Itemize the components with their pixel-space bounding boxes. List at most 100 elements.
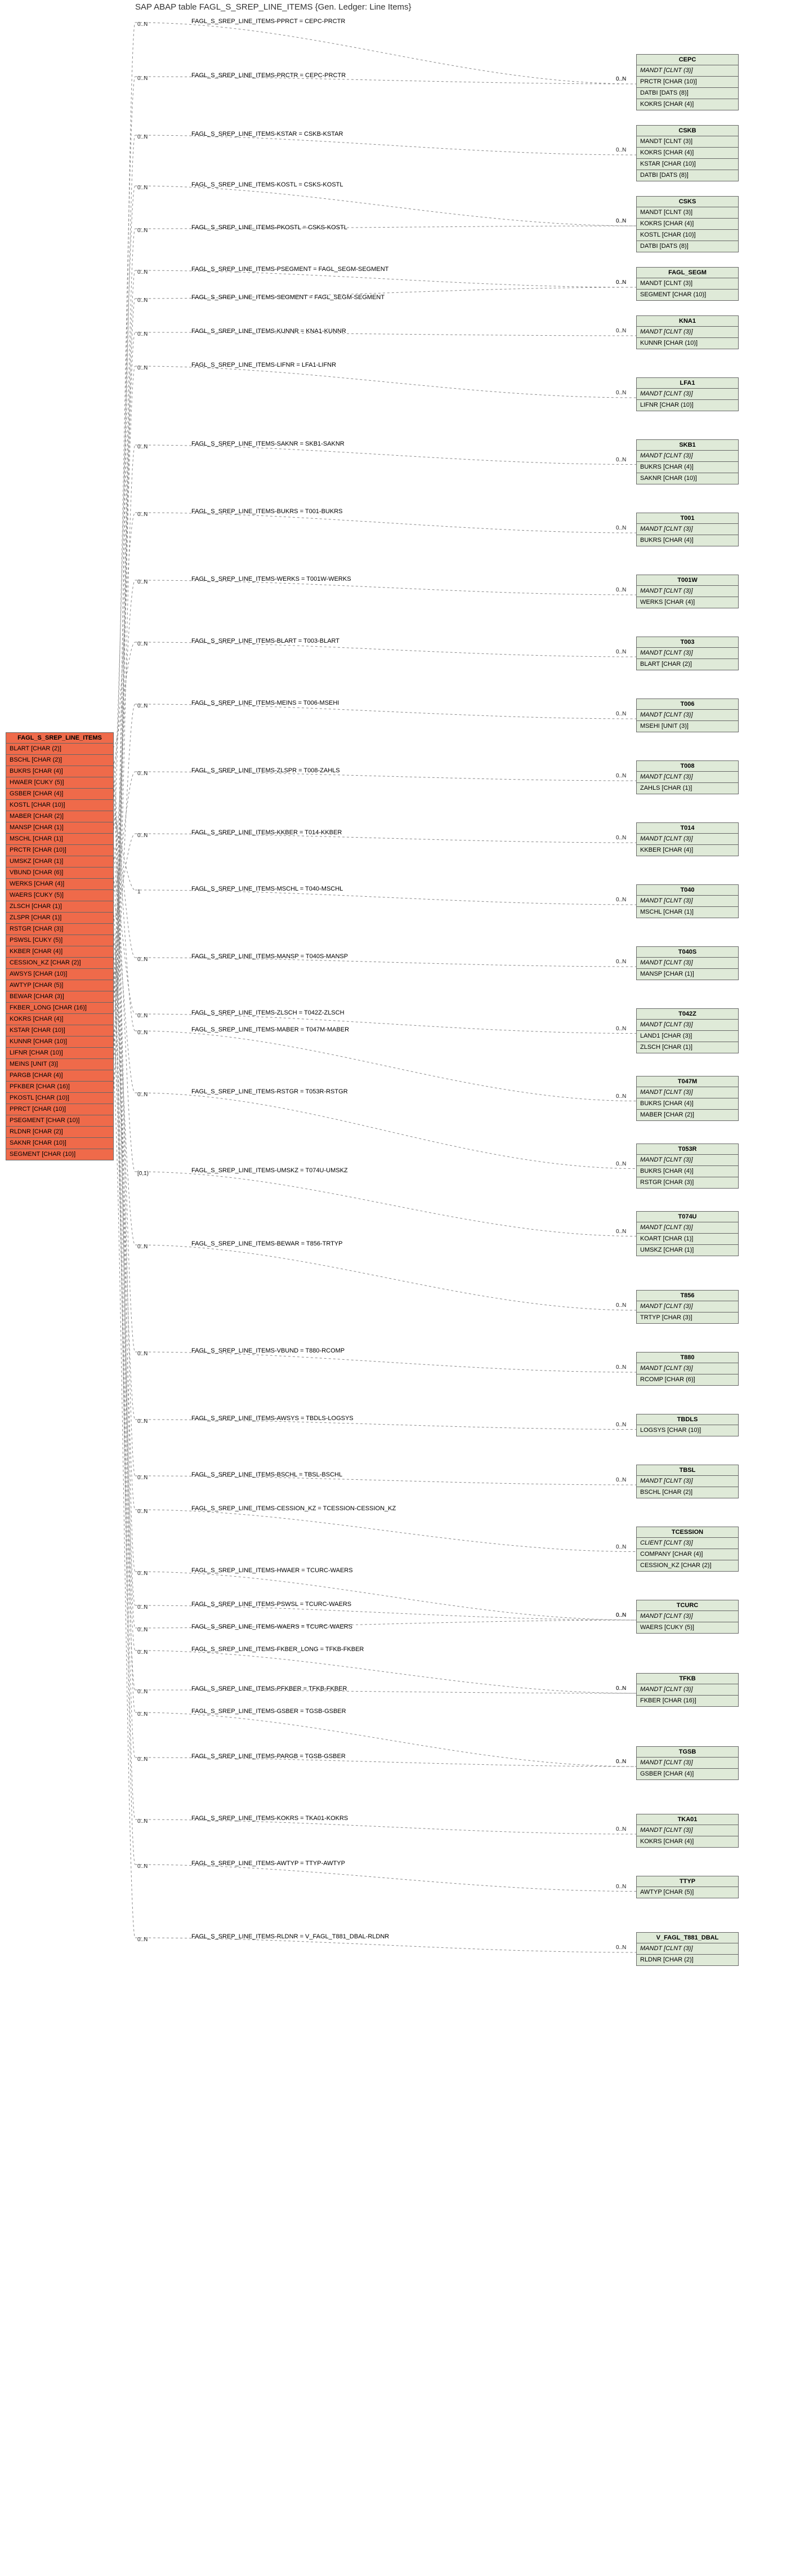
main-field: BUKRS [CHAR (4)] bbox=[6, 766, 113, 777]
target-field: WERKS [CHAR (4)] bbox=[637, 597, 738, 608]
cardinality-right: 0..N bbox=[616, 773, 626, 779]
cardinality-right: 0..N bbox=[616, 1161, 626, 1167]
cardinality-left: 0..N bbox=[137, 444, 148, 450]
main-field: KKBER [CHAR (4)] bbox=[6, 946, 113, 958]
main-field: PFKBER [CHAR (16)] bbox=[6, 1082, 113, 1093]
cardinality-left: 0..N bbox=[137, 1030, 148, 1036]
target-table-header: LFA1 bbox=[637, 378, 738, 389]
target-table-header: TTYP bbox=[637, 1876, 738, 1887]
target-table: LFA1MANDT [CLNT (3)]LIFNR [CHAR (10)] bbox=[636, 377, 739, 411]
target-table-header: T053R bbox=[637, 1144, 738, 1155]
cardinality-left: 0..N bbox=[137, 1475, 148, 1481]
target-table-header: T008 bbox=[637, 761, 738, 772]
cardinality-left: 0..N bbox=[137, 365, 148, 371]
target-table: T040SMANDT [CLNT (3)]MANSP [CHAR (1)] bbox=[636, 946, 739, 980]
target-field: MANDT [CLNT (3)] bbox=[637, 586, 738, 597]
main-field: KOKRS [CHAR (4)] bbox=[6, 1014, 113, 1025]
target-field: MANDT [CLNT (3)] bbox=[637, 1825, 738, 1836]
main-field: HWAER [CUKY (5)] bbox=[6, 777, 113, 789]
cardinality-right: 0..N bbox=[616, 1026, 626, 1032]
target-table-header: TBDLS bbox=[637, 1414, 738, 1425]
cardinality-right: 0..N bbox=[616, 1826, 626, 1832]
relation-label: FAGL_S_SREP_LINE_ITEMS-AWTYP = TTYP-AWTY… bbox=[191, 1860, 345, 1867]
cardinality-right: 0..N bbox=[616, 1302, 626, 1309]
relation-label: FAGL_S_SREP_LINE_ITEMS-KOKRS = TKA01-KOK… bbox=[191, 1815, 348, 1822]
target-field: MANDT [CLNT (3)] bbox=[637, 1363, 738, 1374]
relation-label: FAGL_S_SREP_LINE_ITEMS-PARGB = TGSB-GSBE… bbox=[191, 1753, 346, 1760]
cardinality-left: 0..N bbox=[137, 1756, 148, 1763]
target-table: T001WMANDT [CLNT (3)]WERKS [CHAR (4)] bbox=[636, 575, 739, 608]
cardinality-left: 0..N bbox=[137, 297, 148, 304]
relation-label: FAGL_S_SREP_LINE_ITEMS-PPRCT = CEPC-PRCT… bbox=[191, 18, 345, 25]
cardinality-left: 0..N bbox=[137, 703, 148, 709]
target-field: KOKRS [CHAR (4)] bbox=[637, 99, 738, 110]
target-table: CSKSMANDT [CLNT (3)]KOKRS [CHAR (4)]KOST… bbox=[636, 196, 739, 252]
cardinality-right: 0..N bbox=[616, 649, 626, 655]
cardinality-right: 0..N bbox=[616, 390, 626, 396]
target-table-header: V_FAGL_T881_DBAL bbox=[637, 1933, 738, 1943]
main-field: SEGMENT [CHAR (10)] bbox=[6, 1149, 113, 1160]
cardinality-left: 0..N bbox=[137, 771, 148, 777]
target-table: T003MANDT [CLNT (3)]BLART [CHAR (2)] bbox=[636, 637, 739, 670]
target-table: TFKBMANDT [CLNT (3)]FKBER [CHAR (16)] bbox=[636, 1673, 739, 1707]
target-field: MANDT [CLNT (3)] bbox=[637, 1684, 738, 1696]
main-field: MSCHL [CHAR (1)] bbox=[6, 834, 113, 845]
target-table: TKA01MANDT [CLNT (3)]KOKRS [CHAR (4)] bbox=[636, 1814, 739, 1848]
target-table-header: TBSL bbox=[637, 1465, 738, 1476]
target-table-header: T006 bbox=[637, 699, 738, 710]
target-table-header: TCURC bbox=[637, 1600, 738, 1611]
target-field: MANDT [CLNT (3)] bbox=[637, 524, 738, 535]
target-field: BUKRS [CHAR (4)] bbox=[637, 535, 738, 546]
target-field: MANDT [CLNT (3)] bbox=[637, 327, 738, 338]
cardinality-right: 0..N bbox=[616, 279, 626, 286]
cardinality-left: 0..N bbox=[137, 511, 148, 518]
target-field: SEGMENT [CHAR (10)] bbox=[637, 290, 738, 300]
cardinality-left: 0..N bbox=[137, 228, 148, 234]
cardinality-left: 0..N bbox=[137, 1937, 148, 1943]
target-field: TRTYP [CHAR (3)] bbox=[637, 1313, 738, 1323]
main-field: WERKS [CHAR (4)] bbox=[6, 879, 113, 890]
main-table: FAGL_S_SREP_LINE_ITEMSBLART [CHAR (2)]BS… bbox=[6, 732, 114, 1160]
target-field: MANDT [CLNT (3)] bbox=[637, 136, 738, 148]
cardinality-left: 0..N bbox=[137, 1092, 148, 1098]
relation-label: FAGL_S_SREP_LINE_ITEMS-CESSION_KZ = TCES… bbox=[191, 1505, 396, 1512]
target-table-header: T856 bbox=[637, 1291, 738, 1301]
cardinality-right: 0..N bbox=[616, 1884, 626, 1890]
relation-label: FAGL_S_SREP_LINE_ITEMS-HWAER = TCURC-WAE… bbox=[191, 1567, 353, 1574]
relation-label: FAGL_S_SREP_LINE_ITEMS-KOSTL = CSKS-KOST… bbox=[191, 181, 343, 188]
cardinality-left: 0..N bbox=[137, 331, 148, 337]
cardinality-left: 0..N bbox=[137, 1570, 148, 1577]
target-field: MANDT [CLNT (3)] bbox=[637, 1020, 738, 1031]
target-table-header: TFKB bbox=[637, 1674, 738, 1684]
main-field: AWTYP [CHAR (5)] bbox=[6, 980, 113, 991]
target-table-header: T040S bbox=[637, 947, 738, 958]
main-field: KOSTL [CHAR (10)] bbox=[6, 800, 113, 811]
main-field: MANSP [CHAR (1)] bbox=[6, 822, 113, 834]
target-table-header: T880 bbox=[637, 1352, 738, 1363]
target-table: TCURCMANDT [CLNT (3)]WAERS [CUKY (5)] bbox=[636, 1600, 739, 1634]
relation-label: FAGL_S_SREP_LINE_ITEMS-MEINS = T006-MSEH… bbox=[191, 700, 339, 706]
cardinality-left: 0..N bbox=[137, 1418, 148, 1425]
target-field: BUKRS [CHAR (4)] bbox=[637, 1166, 738, 1177]
target-field: MANDT [CLNT (3)] bbox=[637, 1087, 738, 1098]
target-field: MANDT [CLNT (3)] bbox=[637, 1155, 738, 1166]
cardinality-right: 0..N bbox=[616, 1477, 626, 1483]
cardinality-left: 0..N bbox=[137, 1649, 148, 1656]
target-field: KOKRS [CHAR (4)] bbox=[637, 219, 738, 230]
target-table-header: TKA01 bbox=[637, 1814, 738, 1825]
cardinality-right: 0..N bbox=[616, 959, 626, 965]
target-field: KOSTL [CHAR (10)] bbox=[637, 230, 738, 241]
target-field: MANDT [CLNT (3)] bbox=[637, 207, 738, 219]
cardinality-left: 0..N bbox=[137, 1244, 148, 1250]
target-table: TBSLMANDT [CLNT (3)]BSCHL [CHAR (2)] bbox=[636, 1465, 739, 1498]
target-table: T042ZMANDT [CLNT (3)]LAND1 [CHAR (3)]ZLS… bbox=[636, 1008, 739, 1053]
cardinality-right: 0..N bbox=[616, 457, 626, 463]
cardinality-left: 0..N bbox=[137, 833, 148, 839]
cardinality-right: 0..N bbox=[616, 711, 626, 717]
cardinality-left: 0..N bbox=[137, 134, 148, 140]
target-table: TCESSIONCLIENT [CLNT (3)]COMPANY [CHAR (… bbox=[636, 1527, 739, 1572]
main-field: PARGB [CHAR (4)] bbox=[6, 1070, 113, 1082]
target-field: LAND1 [CHAR (3)] bbox=[637, 1031, 738, 1042]
cardinality-right: 0..N bbox=[616, 835, 626, 841]
relation-label: FAGL_S_SREP_LINE_ITEMS-WERKS = T001W-WER… bbox=[191, 576, 351, 582]
